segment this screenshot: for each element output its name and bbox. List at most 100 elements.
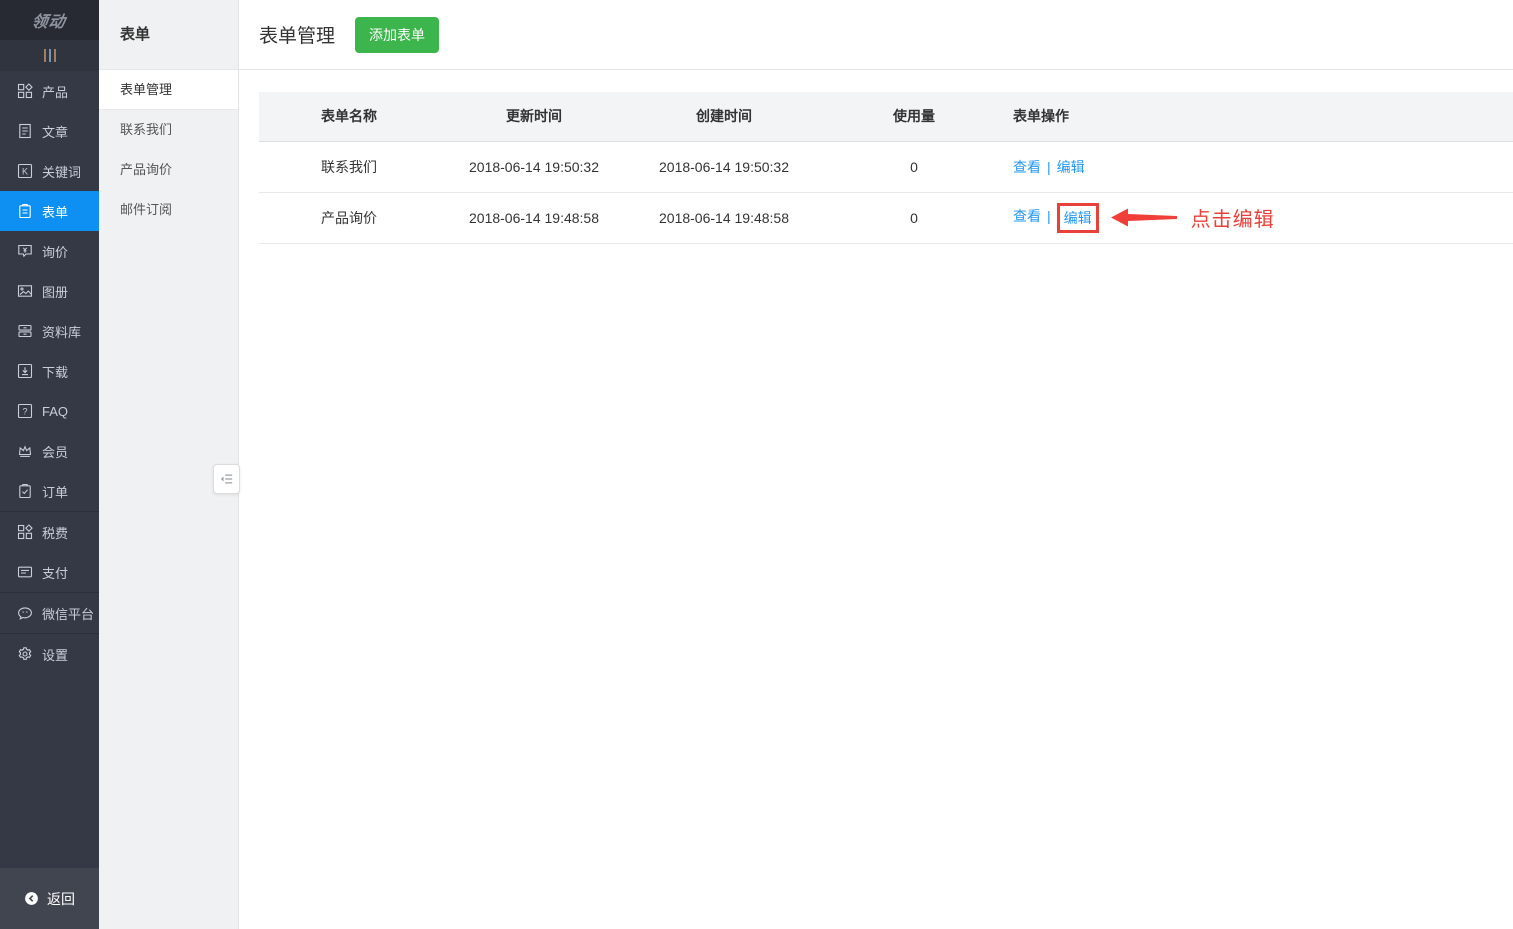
sidebar-item-orders[interactable]: 订单	[0, 471, 99, 511]
submenu-collapse-button[interactable]	[213, 464, 240, 494]
back-circle-icon	[25, 892, 38, 905]
forms-table: 表单名称 更新时间 创建时间 使用量 表单操作 联系我们 2018-06-14 …	[259, 92, 1513, 244]
table-row: 产品询价 2018-06-14 19:48:58 2018-06-14 19:4…	[259, 192, 1513, 244]
content-topbar: 表单管理 添加表单	[239, 0, 1513, 70]
sidebar-collapse-handle[interactable]	[0, 40, 99, 71]
page-title: 表单管理	[259, 26, 336, 47]
action-separator: |	[1047, 158, 1051, 175]
tutorial-annotation-label: 点击编辑	[1190, 209, 1275, 231]
drag-handle-icon	[53, 49, 56, 62]
back-button-label: 返回	[47, 890, 75, 907]
sidebar-item-gallery[interactable]: 图册	[0, 271, 99, 311]
sidebar-item-inquiry[interactable]: 询价	[0, 231, 99, 271]
library-icon	[17, 323, 33, 339]
download-icon	[17, 363, 33, 379]
sidebar-item-label: 关键词	[42, 164, 82, 180]
column-header-actions: 表单操作	[1009, 92, 1513, 141]
sidebar-item-label: 表单	[42, 204, 69, 220]
sidebar-item-label: 设置	[42, 647, 69, 663]
created-time-cell: 2018-06-14 19:48:58	[629, 192, 819, 244]
faq-icon	[17, 403, 33, 419]
drag-handle-icon	[43, 49, 46, 62]
sidebar-group-settings: 设置	[0, 633, 99, 674]
table-row: 联系我们 2018-06-14 19:50:32 2018-06-14 19:5…	[259, 141, 1513, 193]
grid-icon	[17, 83, 33, 99]
submenu-item-contact-us[interactable]: 联系我们	[99, 110, 238, 150]
red-arrow-icon	[1110, 208, 1177, 227]
form-icon	[17, 203, 33, 219]
wechat-icon	[17, 605, 33, 621]
sidebar-item-label: 微信平台	[42, 606, 95, 622]
brand-logo: 领动	[0, 0, 99, 40]
article-icon	[17, 123, 33, 139]
sidebar-item-label: FAQ	[42, 403, 69, 419]
sidebar-item-label: 资料库	[42, 324, 82, 340]
view-link[interactable]: 查看	[1013, 208, 1041, 224]
edit-link[interactable]: 编辑	[1064, 210, 1092, 226]
sidebar-item-forms[interactable]: 表单	[0, 191, 99, 231]
action-separator: |	[1047, 208, 1051, 225]
sidebar-item-label: 文章	[42, 124, 69, 140]
form-name-cell: 联系我们	[259, 141, 439, 193]
edit-link[interactable]: 编辑	[1057, 159, 1085, 175]
submenu-item-email-subscription[interactable]: 邮件订阅	[99, 190, 238, 230]
sidebar-group-main: 产品 文章 关键词 表单 询价 图册 资料库 下载 FAQ 会员 订单	[0, 71, 99, 511]
usage-count-cell: 0	[819, 192, 1009, 244]
sidebar-group-wechat: 微信平台	[0, 592, 99, 633]
gear-icon	[17, 646, 33, 662]
sidebar-item-label: 支付	[42, 565, 69, 581]
sidebar-item-members[interactable]: 会员	[0, 431, 99, 471]
sidebar-item-payment[interactable]: 支付	[0, 552, 99, 592]
sidebar-item-articles[interactable]: 文章	[0, 111, 99, 151]
brand-logo-text: 领动	[30, 14, 68, 31]
sidebar-item-settings[interactable]: 设置	[0, 634, 99, 674]
submenu-item-product-inquiry[interactable]: 产品询价	[99, 150, 238, 190]
sidebar-item-library[interactable]: 资料库	[0, 311, 99, 351]
add-form-button[interactable]: 添加表单	[355, 16, 440, 53]
sidebar-item-label: 税费	[42, 525, 69, 541]
column-header-name: 表单名称	[259, 92, 439, 141]
column-header-usage: 使用量	[819, 92, 1009, 141]
primary-sidebar: 领动 产品 文章 关键词 表单 询价 图册 资料库 下载 FAQ 会员 订单 税…	[0, 0, 99, 929]
card-icon	[17, 564, 33, 580]
column-header-created: 创建时间	[629, 92, 819, 141]
sidebar-item-label: 订单	[42, 484, 69, 500]
tutorial-highlight-box: 编辑	[1056, 202, 1099, 233]
form-name-cell: 产品询价	[259, 192, 439, 244]
actions-cell: 查看 | 编辑 点击编辑	[1009, 192, 1513, 244]
tutorial-annotation: 点击编辑	[1110, 203, 1275, 232]
member-icon	[17, 443, 33, 459]
sidebar-item-label: 询价	[42, 244, 69, 260]
table-area: 表单名称 更新时间 创建时间 使用量 表单操作 联系我们 2018-06-14 …	[239, 70, 1513, 244]
order-icon	[17, 483, 33, 499]
sidebar-item-products[interactable]: 产品	[0, 71, 99, 111]
drag-handle-icon	[48, 49, 51, 62]
updated-time-cell: 2018-06-14 19:48:58	[439, 192, 629, 244]
sidebar-item-label: 图册	[42, 284, 69, 300]
gallery-icon	[17, 283, 33, 299]
actions-cell: 查看 | 编辑	[1009, 141, 1513, 193]
sidebar-item-tax[interactable]: 税费	[0, 512, 99, 552]
inquiry-icon	[17, 243, 33, 259]
main-content: 表单管理 添加表单 表单名称 更新时间 创建时间 使用量 表单操作 联系我们 2…	[239, 0, 1513, 929]
sidebar-item-downloads[interactable]: 下载	[0, 351, 99, 391]
sidebar-item-faq[interactable]: FAQ	[0, 391, 99, 431]
menu-fold-icon	[220, 474, 233, 484]
sidebar-item-wechat[interactable]: 微信平台	[0, 593, 99, 633]
sidebar-group-finance: 税费 支付	[0, 511, 99, 592]
grid-icon	[17, 524, 33, 540]
back-button[interactable]: 返回	[0, 868, 99, 929]
sidebar-item-label: 会员	[42, 444, 69, 460]
usage-count-cell: 0	[819, 141, 1009, 193]
sidebar-item-label: 下载	[42, 364, 69, 380]
sidebar-item-keywords[interactable]: 关键词	[0, 151, 99, 191]
column-header-updated: 更新时间	[439, 92, 629, 141]
table-header-row: 表单名称 更新时间 创建时间 使用量 表单操作	[259, 92, 1513, 141]
app-window: 领动 产品 文章 关键词 表单 询价 图册 资料库 下载 FAQ 会员 订单 税…	[0, 0, 1513, 929]
view-link[interactable]: 查看	[1013, 159, 1041, 175]
updated-time-cell: 2018-06-14 19:50:32	[439, 141, 629, 193]
submenu-item-form-management[interactable]: 表单管理	[99, 70, 238, 110]
submenu-title: 表单	[99, 0, 238, 70]
keyword-icon	[17, 163, 33, 179]
